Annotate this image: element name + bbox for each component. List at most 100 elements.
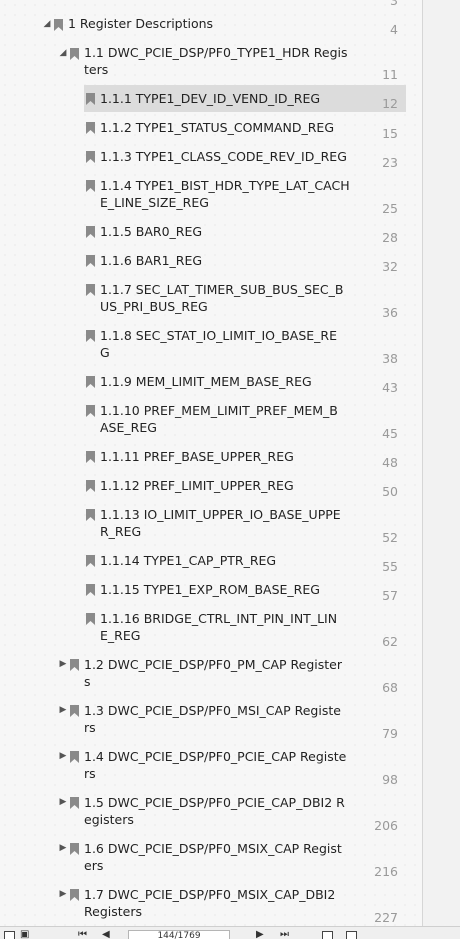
- outline-item-label-line1: 1.1.13 IO_LIMIT_UPPER_IO_BASE_UPPE: [100, 507, 341, 522]
- outline-item-1-1-14[interactable]: 1.1.14 TYPE1_CAP_PTR_REG 55: [0, 552, 422, 574]
- bookmark-icon: [70, 659, 79, 671]
- outline-item-1-1-16[interactable]: 1.1.16 BRIDGE_CTRL_INT_PIN_INT_LIN E_REG…: [0, 610, 422, 649]
- outline-item-label-line2: ters: [84, 62, 109, 77]
- outline-item-1-1[interactable]: ◢ 1.1 DWC_PCIE_DSP/PF0_TYPE1_HDR Regis t…: [0, 44, 422, 82]
- outline-item-label: 1.1.15 TYPE1_EXP_ROM_BASE_REG: [100, 582, 320, 597]
- outline-item-label: 1.1.14 TYPE1_CAP_PTR_REG: [100, 553, 277, 568]
- outline-item-label-line2: egisters: [84, 812, 134, 827]
- expand-arrow-icon[interactable]: ▶: [58, 705, 68, 715]
- expand-arrow-icon[interactable]: ▶: [58, 751, 68, 761]
- outline-item-1-1-4[interactable]: 1.1.4 TYPE1_BIST_HDR_TYPE_LAT_CACH E_LIN…: [0, 177, 422, 216]
- outline-item-label-line1: 1.4 DWC_PCIE_DSP/PF0_PCIE_CAP Registe: [84, 749, 347, 764]
- outline-item-label-line2: US_PRI_BUS_REG: [100, 299, 208, 314]
- bookmark-icon: [86, 584, 95, 596]
- outline-item-1-1-2[interactable]: 1.1.2 TYPE1_STATUS_COMMAND_REG 15: [0, 119, 422, 141]
- outline-item-label-line2: E_LINE_SIZE_REG: [100, 195, 209, 210]
- bookmark-icon: [70, 705, 79, 717]
- outline-item-1-1-11[interactable]: 1.1.11 PREF_BASE_UPPER_REG 48: [0, 448, 422, 470]
- bookmark-icon: [86, 151, 95, 163]
- outline-item-1-1-13[interactable]: 1.1.13 IO_LIMIT_UPPER_IO_BASE_UPPE R_REG…: [0, 506, 422, 545]
- outline-item-label-line1: 1.1.7 SEC_LAT_TIMER_SUB_BUS_SEC_B: [100, 282, 344, 297]
- bookmark-icon: [70, 797, 79, 809]
- outline-item-1-3[interactable]: ▶ 1.3 DWC_PCIE_DSP/PF0_MSI_CAP Registe r…: [0, 702, 422, 741]
- expand-arrow-icon[interactable]: ▶: [58, 797, 68, 807]
- outline-item-page: 43: [382, 380, 398, 395]
- outline-item-page: 206: [374, 818, 398, 833]
- outline-item-1-1-8[interactable]: 1.1.8 SEC_STAT_IO_LIMIT_IO_BASE_RE G 38: [0, 327, 422, 366]
- outline-item-label: 1.1.3 TYPE1_CLASS_CODE_REV_ID_REG: [100, 149, 347, 164]
- outline-item-page: 11: [382, 67, 398, 82]
- outline-item-label-line2: R_REG: [100, 524, 142, 539]
- outline-item-page: 36: [382, 305, 398, 320]
- outline-item-label-line2: ers: [84, 858, 104, 873]
- outline-item-1-6[interactable]: ▶ 1.6 DWC_PCIE_DSP/PF0_MSIX_CAP Regist e…: [0, 840, 422, 879]
- bookmark-outline-panel: 3 ◢ 1 Register Descriptions 4 ◢ 1.1 DWC_…: [0, 0, 422, 926]
- outline-item-label: 1.1.11 PREF_BASE_UPPER_REG: [100, 449, 294, 464]
- bookmark-icon: [70, 48, 79, 60]
- outline-item-label: 1.1.12 PREF_LIMIT_UPPER_REG: [100, 478, 294, 493]
- outline-item-label: 1 Register Descriptions: [68, 16, 214, 31]
- outline-item-label: 1.1.2 TYPE1_STATUS_COMMAND_REG: [100, 120, 335, 135]
- outline-item-label-line1: 1.1 DWC_PCIE_DSP/PF0_TYPE1_HDR Regis: [84, 45, 348, 60]
- outline-item-1-1-10[interactable]: 1.1.10 PREF_MEM_LIMIT_PREF_MEM_B ASE_REG…: [0, 402, 422, 441]
- outline-item-1-1-9[interactable]: 1.1.9 MEM_LIMIT_MEM_BASE_REG 43: [0, 373, 422, 395]
- outline-item-page: 79: [382, 726, 398, 741]
- outline-item-1-1-3[interactable]: 1.1.3 TYPE1_CLASS_CODE_REV_ID_REG 23: [0, 148, 422, 170]
- outline-item-page: 98: [382, 772, 398, 787]
- outline-item-label-line2: ASE_REG: [100, 420, 157, 435]
- outline-item-page: 55: [382, 559, 398, 574]
- outline-item-label-line1: 1.5 DWC_PCIE_DSP/PF0_PCIE_CAP_DBI2 R: [84, 795, 345, 810]
- outline-item-page: 4: [390, 22, 398, 37]
- outline-item-label-line2: Registers: [84, 904, 142, 919]
- outline-item-1-1-15[interactable]: 1.1.15 TYPE1_EXP_ROM_BASE_REG 57: [0, 581, 422, 603]
- expand-arrow-icon[interactable]: ▶: [58, 659, 68, 669]
- outline-item-page: 227: [374, 910, 398, 925]
- outline-item-1-1-6[interactable]: 1.1.6 BAR1_REG 32: [0, 252, 422, 274]
- bookmark-icon: [86, 330, 95, 342]
- outline-item-1-1-7[interactable]: 1.1.7 SEC_LAT_TIMER_SUB_BUS_SEC_B US_PRI…: [0, 281, 422, 320]
- bookmark-icon: [86, 180, 95, 192]
- outline-item-label-line2: E_REG: [100, 628, 141, 643]
- bookmark-icon: [86, 451, 95, 463]
- collapse-arrow-icon[interactable]: ◢: [42, 19, 52, 29]
- outline-item-page: 216: [374, 864, 398, 879]
- bookmark-icon: [70, 751, 79, 763]
- outline-item-label-line1: 1.3 DWC_PCIE_DSP/PF0_MSI_CAP Registe: [84, 703, 341, 718]
- vertical-scrollbar[interactable]: [422, 0, 460, 926]
- outline-item-1-5[interactable]: ▶ 1.5 DWC_PCIE_DSP/PF0_PCIE_CAP_DBI2 R e…: [0, 794, 422, 833]
- outline-item-1-4[interactable]: ▶ 1.4 DWC_PCIE_DSP/PF0_PCIE_CAP Registe …: [0, 748, 422, 787]
- expand-arrow-icon[interactable]: ▶: [58, 889, 68, 899]
- outline-item-1-1-5[interactable]: 1.1.5 BAR0_REG 28: [0, 223, 422, 245]
- outline-item-label-line2: rs: [84, 720, 96, 735]
- bookmark-icon: [86, 613, 95, 625]
- outline-item-page: 62: [382, 634, 398, 649]
- bookmark-icon: [86, 255, 95, 267]
- outline-item-1-1-1[interactable]: 1.1.1 TYPE1_DEV_ID_VEND_ID_REG 12: [0, 85, 422, 112]
- partial-page-number: 3: [390, 0, 398, 8]
- outline-item-label: 1.1.1 TYPE1_DEV_ID_VEND_ID_REG: [100, 91, 321, 106]
- expand-arrow-icon[interactable]: ▶: [58, 843, 68, 853]
- bookmark-icon: [86, 122, 95, 134]
- outline-item-label-line1: 1.7 DWC_PCIE_DSP/PF0_MSIX_CAP_DBI2: [84, 887, 336, 902]
- outline-item-page: 57: [382, 588, 398, 603]
- outline-item-label-line1: 1.6 DWC_PCIE_DSP/PF0_MSIX_CAP Regist: [84, 841, 342, 856]
- outline-item-page: 23: [382, 155, 398, 170]
- bookmark-icon: [54, 19, 63, 31]
- outline-item-1-7[interactable]: ▶ 1.7 DWC_PCIE_DSP/PF0_MSIX_CAP_DBI2 Reg…: [0, 886, 422, 926]
- outline-item-label: 1.1.6 BAR1_REG: [100, 253, 203, 268]
- outline-item-label-line2: G: [100, 345, 110, 360]
- bookmark-icon: [86, 226, 95, 238]
- outline-item-1-1-12[interactable]: 1.1.12 PREF_LIMIT_UPPER_REG 50: [0, 477, 422, 499]
- bookmark-icon: [86, 93, 95, 105]
- outline-item-page: 52: [382, 530, 398, 545]
- outline-item-register-descriptions[interactable]: ◢ 1 Register Descriptions 4: [0, 15, 422, 37]
- outline-item-page: 12: [382, 96, 398, 111]
- outline-item-page: 68: [382, 680, 398, 695]
- outline-item-page: 45: [382, 426, 398, 441]
- collapse-arrow-icon[interactable]: ◢: [58, 48, 68, 58]
- outline-item-label: 1.1.9 MEM_LIMIT_MEM_BASE_REG: [100, 374, 312, 389]
- bookmark-icon: [86, 509, 95, 521]
- bookmark-icon: [70, 843, 79, 855]
- outline-item-1-2[interactable]: ▶ 1.2 DWC_PCIE_DSP/PF0_PM_CAP Register s…: [0, 656, 422, 695]
- outline-item-page: 32: [382, 259, 398, 274]
